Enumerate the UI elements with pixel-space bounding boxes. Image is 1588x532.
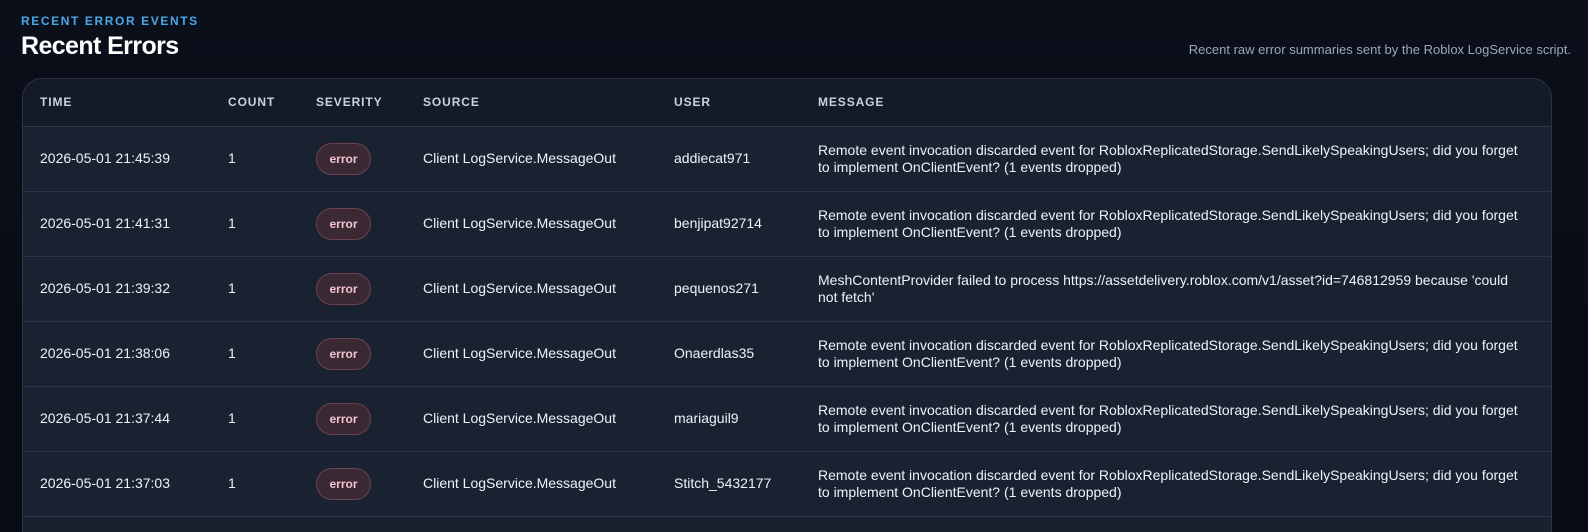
errors-table: TIME COUNT SEVERITY SOURCE USER MESSAGE …: [23, 79, 1551, 517]
table-header-row: TIME COUNT SEVERITY SOURCE USER MESSAGE: [23, 79, 1551, 127]
severity-badge: error: [316, 337, 371, 370]
recent-errors-page: RECENT ERROR EVENTS Recent Errors Recent…: [0, 0, 1588, 532]
table-row[interactable]: 2026-05-01 21:41:31 1 error Client LogSe…: [23, 191, 1551, 256]
cell-user: Stitch_5432177: [674, 475, 772, 491]
cell-message: Remote event invocation discarded event …: [818, 141, 1518, 175]
column-header-user: USER: [657, 79, 801, 127]
cell-message: Remote event invocation discarded event …: [818, 466, 1518, 500]
cell-severity: error: [299, 256, 406, 321]
cell-time: 2026-05-01 21:38:06: [40, 345, 170, 361]
cell-count: 1: [228, 280, 236, 296]
severity-badge: error: [316, 142, 371, 175]
cell-user: mariaguil9: [674, 410, 739, 426]
cell-count: 1: [228, 475, 236, 491]
cell-time: 2026-05-01 21:41:31: [40, 215, 170, 231]
page-title: Recent Errors: [21, 32, 179, 60]
cell-source: Client LogService.MessageOut: [423, 410, 616, 426]
cell-count: 1: [228, 150, 236, 166]
column-header-time: TIME: [23, 79, 211, 127]
table-header: TIME COUNT SEVERITY SOURCE USER MESSAGE: [23, 79, 1551, 127]
cell-user: addiecat971: [674, 150, 751, 166]
cell-severity: error: [299, 191, 406, 256]
column-header-severity: SEVERITY: [299, 79, 406, 127]
column-header-source: SOURCE: [406, 79, 657, 127]
cell-message: Remote event invocation discarded event …: [818, 206, 1518, 240]
severity-badge: error: [316, 467, 371, 500]
cell-user: pequenos271: [674, 280, 759, 296]
table-body: 2026-05-01 21:45:39 1 error Client LogSe…: [23, 126, 1551, 516]
column-header-count: COUNT: [211, 79, 299, 127]
cell-source: Client LogService.MessageOut: [423, 475, 616, 491]
table-row[interactable]: 2026-05-01 21:39:32 1 error Client LogSe…: [23, 256, 1551, 321]
cell-time: 2026-05-01 21:37:44: [40, 410, 170, 426]
cell-severity: error: [299, 451, 406, 516]
cell-message: Remote event invocation discarded event …: [818, 401, 1518, 435]
column-header-message: MESSAGE: [801, 79, 1551, 127]
table-row[interactable]: 2026-05-01 21:37:44 1 error Client LogSe…: [23, 386, 1551, 451]
page-subtitle: Recent raw error summaries sent by the R…: [1188, 42, 1571, 57]
errors-table-card: TIME COUNT SEVERITY SOURCE USER MESSAGE …: [22, 78, 1552, 532]
severity-badge: error: [316, 402, 371, 435]
cell-user: Onaerdlas35: [674, 345, 755, 361]
table-row[interactable]: 2026-05-01 21:37:03 1 error Client LogSe…: [23, 451, 1551, 516]
table-row[interactable]: 2026-05-01 21:38:06 1 error Client LogSe…: [23, 321, 1551, 386]
cell-user: benjipat92714: [674, 215, 762, 231]
cell-message: MeshContentProvider failed to process ht…: [818, 271, 1508, 305]
cell-severity: error: [299, 126, 406, 191]
severity-badge: error: [316, 207, 371, 240]
cell-source: Client LogService.MessageOut: [423, 280, 616, 296]
cell-time: 2026-05-01 21:45:39: [40, 150, 170, 166]
cell-time: 2026-05-01 21:39:32: [40, 280, 170, 296]
cell-severity: error: [299, 386, 406, 451]
cell-source: Client LogService.MessageOut: [423, 215, 616, 231]
cell-count: 1: [228, 410, 236, 426]
table-row[interactable]: 2026-05-01 21:45:39 1 error Client LogSe…: [23, 126, 1551, 191]
severity-badge: error: [316, 272, 371, 305]
cell-source: Client LogService.MessageOut: [423, 150, 616, 166]
cell-time: 2026-05-01 21:37:03: [40, 475, 170, 491]
cell-severity: error: [299, 321, 406, 386]
section-eyebrow: RECENT ERROR EVENTS: [21, 14, 199, 28]
cell-count: 1: [228, 345, 236, 361]
cell-message: Remote event invocation discarded event …: [818, 336, 1518, 370]
cell-count: 1: [228, 215, 236, 231]
cell-source: Client LogService.MessageOut: [423, 345, 616, 361]
